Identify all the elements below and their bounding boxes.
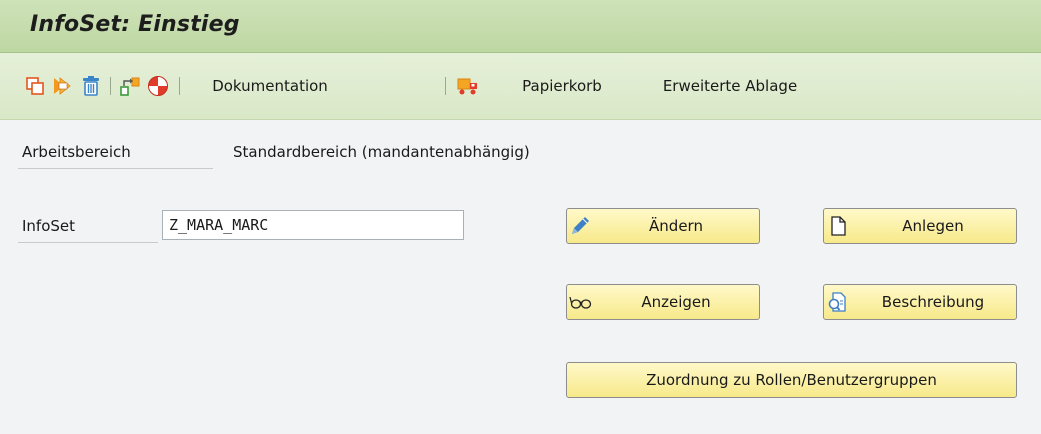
extended-storage-label: Erweiterte Ablage [662,77,798,95]
recycle-bin-text-button[interactable]: Papierkorb [509,73,615,99]
delete-button[interactable] [79,73,103,99]
copy-button[interactable] [23,73,47,99]
assign-roles-button[interactable]: Zuordnung zu Rollen/Benutzergruppen [566,362,1017,398]
toolbar-separator [110,77,111,95]
check-button[interactable] [146,73,170,99]
extended-storage-button[interactable]: Erweiterte Ablage [640,73,820,99]
rename-icon [54,77,71,95]
create-button-label: Anlegen [902,217,964,235]
transport-icon [120,77,140,96]
documentation-label: Dokumentation [212,77,328,95]
application-toolbar: Dokumentation Papierkorb Erweiterte Abla… [0,53,1041,120]
recycle-bin-button[interactable] [456,73,480,99]
assign-roles-button-label: Zuordnung zu Rollen/Benutzergruppen [646,371,937,389]
trash-truck-icon [457,78,477,95]
description-button-label: Beschreibung [881,293,985,311]
new-document-icon [831,216,846,236]
check-icon [148,76,168,96]
transport-button[interactable] [118,73,142,99]
rename-button[interactable] [51,73,75,99]
page-title: InfoSet: Einstieg [30,12,240,37]
infoset-label-underline [18,242,158,243]
toolbar-separator [179,77,180,95]
documentation-button[interactable]: Dokumentation [194,73,346,99]
delete-icon [83,76,99,96]
display-button[interactable]: Anzeigen [566,284,760,320]
glasses-icon [569,296,592,309]
document-view-icon [828,292,846,312]
toolbar-separator [445,77,446,95]
infoset-input[interactable] [162,210,464,240]
workspace-value: Standardbereich (mandantenabhängig) [233,143,530,161]
change-button-label: Ändern [649,217,703,235]
sap-screen: InfoSet: Einstieg Dokumentation Papierko… [0,0,1041,434]
infoset-label: InfoSet [22,217,76,235]
workspace-label: Arbeitsbereich [22,143,131,161]
recycle-bin-label: Papierkorb [522,77,602,95]
copy-icon [26,77,44,95]
display-button-label: Anzeigen [641,293,711,311]
title-bar: InfoSet: Einstieg [0,0,1041,53]
description-button[interactable]: Beschreibung [823,284,1017,320]
pencil-icon [572,217,589,234]
create-button[interactable]: Anlegen [823,208,1017,244]
change-button[interactable]: Ändern [566,208,760,244]
workspace-label-underline [18,168,213,169]
